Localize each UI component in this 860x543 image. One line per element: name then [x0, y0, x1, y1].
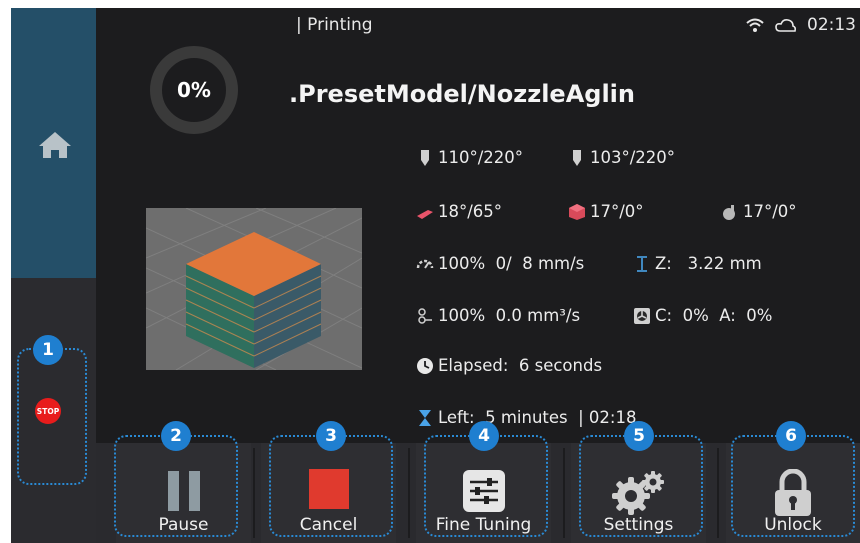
printer-screen: STOP | Printing 02:13 0% .PresetModel/No… [11, 8, 860, 543]
bed-value: 18°/65° [438, 202, 503, 221]
divider [253, 448, 255, 538]
clock-icon [417, 357, 433, 374]
fan-info: C: 0% A: 0% [633, 306, 772, 325]
divider [408, 448, 410, 538]
divider [563, 448, 565, 538]
status-indicators: 02:13 [745, 15, 856, 35]
nozzle-icon [421, 149, 429, 166]
progress-percent: 0% [177, 78, 211, 102]
speed-info: 100% 0/ 8 mm/s [416, 254, 584, 273]
clock-time: 02:13 [807, 15, 856, 35]
callout-frame-1 [17, 348, 87, 485]
callout-badge-2: 2 [161, 421, 191, 451]
z-value: Z: 3.22 mm [655, 254, 762, 273]
fan-icon [634, 307, 650, 324]
home-button[interactable] [11, 8, 96, 278]
flow-value: 100% 0.0 mm³/s [438, 306, 581, 325]
nozzle2-temp: 103°/220° [568, 148, 675, 167]
print-status: | Printing [296, 15, 373, 35]
aux-heater-icon [723, 204, 735, 220]
callout-badge-1: 1 [33, 335, 63, 365]
wifi-icon [746, 18, 764, 32]
divider [717, 448, 719, 538]
nozzle1-temp: 110°/220° [416, 148, 523, 167]
elapsed-value: Elapsed: 6 seconds [438, 356, 603, 375]
flow-info: 100% 0.0 mm³/s [416, 306, 580, 325]
nozzle-icon [573, 149, 581, 166]
bed-temp: 18°/65° [416, 202, 502, 221]
z-axis-icon [637, 255, 647, 272]
chamber-icon [569, 203, 585, 220]
remaining-info: Left: 5 minutes | 02:18 [416, 408, 636, 427]
chamber-temp: 17°/0° [568, 202, 644, 221]
fan-value: C: 0% A: 0% [655, 306, 773, 325]
nozzle2-value: 103°/220° [590, 148, 676, 167]
hourglass-icon [419, 409, 431, 426]
aux-temp: 17°/0° [721, 202, 797, 221]
model-preview [146, 208, 362, 370]
nozzle1-value: 110°/220° [438, 148, 524, 167]
z-height: Z: 3.22 mm [633, 254, 762, 273]
callout-badge-4: 4 [469, 421, 499, 451]
chamber-value: 17°/0° [590, 202, 644, 221]
elapsed-info: Elapsed: 6 seconds [416, 356, 602, 375]
cloud-icon [775, 19, 797, 32]
heatbed-icon [417, 209, 433, 219]
callout-badge-5: 5 [624, 421, 654, 451]
callout-badge-3: 3 [316, 421, 346, 451]
home-icon [39, 132, 71, 158]
model-name: .PresetModel/NozzleAglin [289, 80, 635, 108]
flow-icon [418, 307, 432, 324]
speed-gauge-icon [416, 259, 434, 269]
remaining-value: Left: 5 minutes | 02:18 [438, 408, 637, 427]
aux-value: 17°/0° [743, 202, 797, 221]
callout-badge-6: 6 [776, 421, 806, 451]
speed-value: 100% 0/ 8 mm/s [438, 254, 585, 273]
